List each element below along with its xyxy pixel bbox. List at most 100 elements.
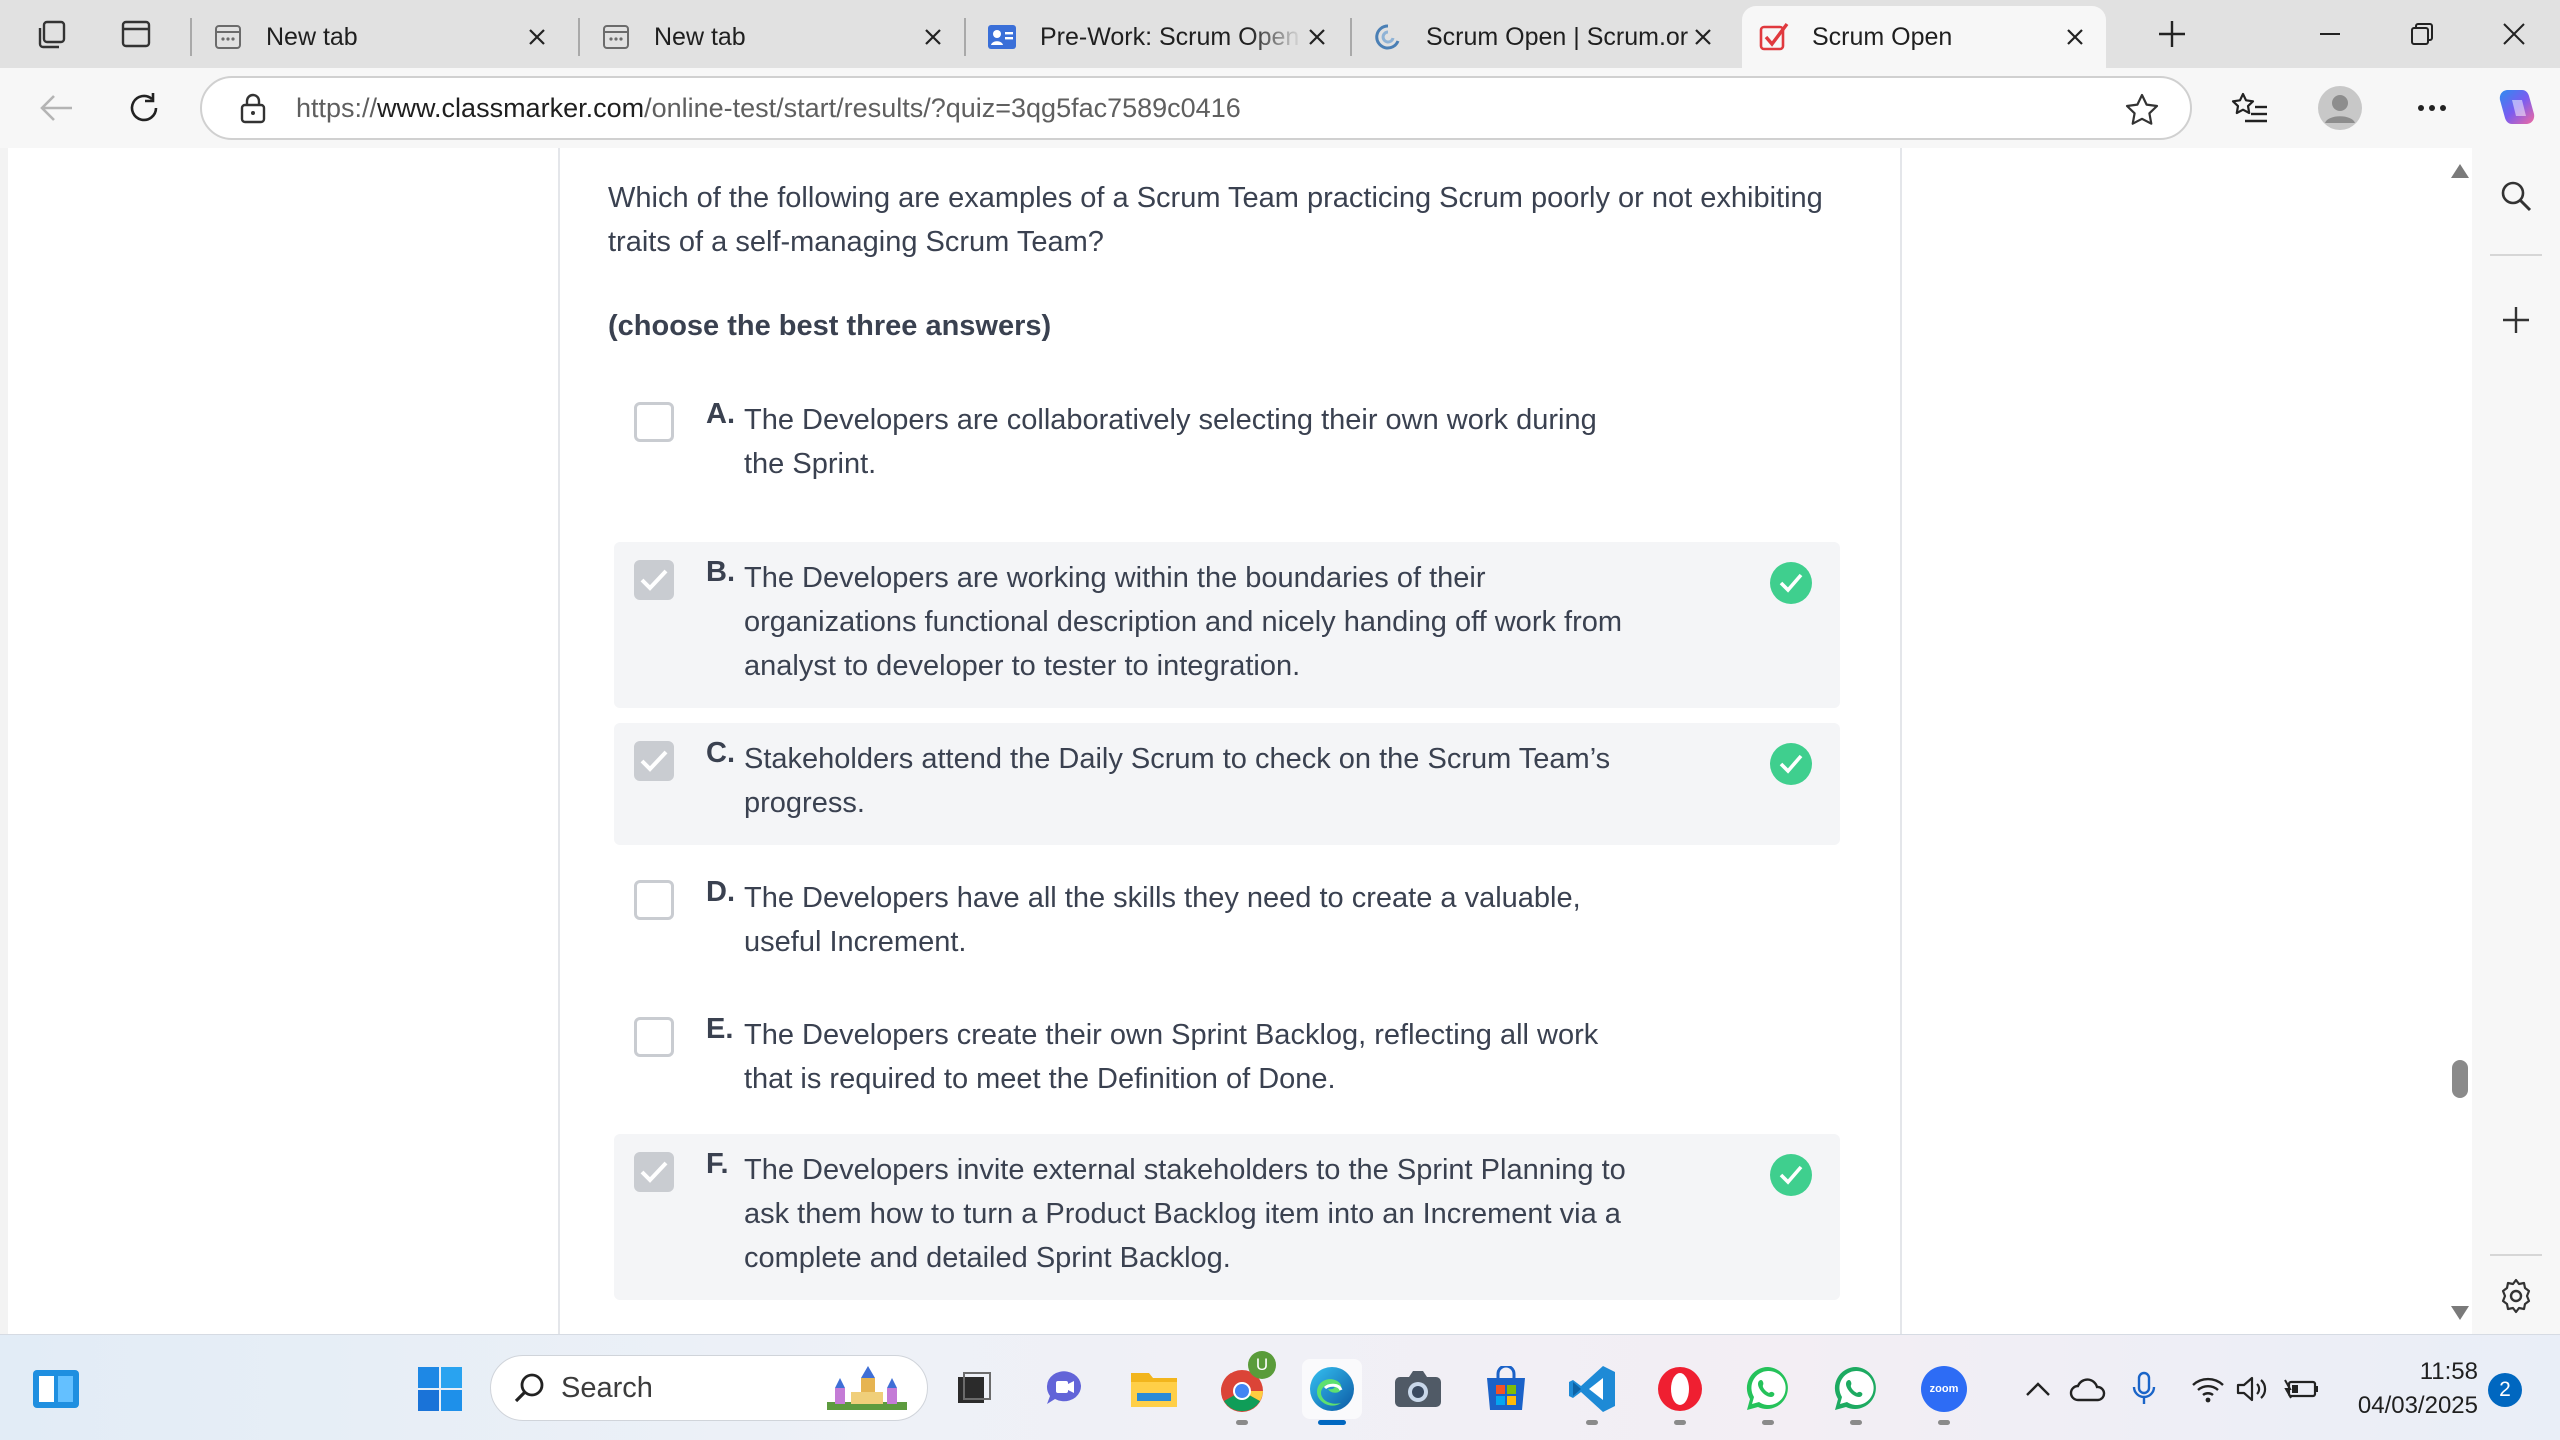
camera-icon[interactable] — [1388, 1359, 1448, 1419]
refresh-button[interactable] — [116, 82, 172, 134]
tab-pre-work[interactable]: Pre-Work: Scrum Open Assessment — [970, 6, 1348, 68]
new-tab-icon — [212, 21, 244, 53]
answer-letter: D. — [706, 876, 735, 908]
favorites-icon[interactable] — [2222, 82, 2278, 134]
whatsapp-business-icon[interactable] — [1826, 1359, 1886, 1425]
onedrive-cloud-icon[interactable] — [2068, 1369, 2108, 1409]
page-viewport: Which of the following are examples of a… — [8, 148, 2472, 1334]
search-highlight-castle-icon — [817, 1364, 917, 1414]
new-tab-button[interactable] — [2146, 10, 2198, 58]
battery-charging-icon[interactable] — [2282, 1369, 2322, 1409]
answer-checkbox-checked[interactable] — [634, 560, 674, 600]
new-tab-icon — [600, 21, 632, 53]
question-text: Which of the following are examples of a… — [608, 182, 1823, 258]
answer-checkbox[interactable] — [634, 880, 674, 920]
close-tab-icon[interactable] — [1302, 22, 1332, 52]
tab-title: Scrum Open | Scrum.org — [1426, 22, 1688, 51]
microphone-icon[interactable] — [2124, 1369, 2164, 1409]
answer-option-f[interactable]: F. The Developers invite external stakeh… — [614, 1134, 1840, 1300]
microsoft-store-icon[interactable] — [1476, 1359, 1536, 1419]
answer-option-c[interactable]: C. Stakeholders attend the Daily Scrum t… — [614, 723, 1840, 845]
address-bar[interactable]: https://www.classmarker.com/online-test/… — [200, 76, 2192, 140]
tab-title: Scrum Open — [1812, 22, 1953, 51]
quiz-results-card: Which of the following are examples of a… — [558, 148, 1902, 1334]
copilot-icon[interactable] — [2488, 82, 2544, 134]
favorite-star-icon[interactable] — [2124, 92, 2160, 128]
close-tab-icon[interactable] — [522, 22, 552, 52]
close-tab-icon[interactable] — [2060, 22, 2090, 52]
answer-option-b[interactable]: B. The Developers are working within the… — [614, 542, 1840, 708]
running-indicator — [1850, 1420, 1862, 1425]
windows-start-icon[interactable] — [410, 1359, 470, 1419]
taskbar-search[interactable]: Search — [490, 1355, 928, 1421]
clock-time: 11:58 — [2419, 1358, 2478, 1385]
answer-checkbox[interactable] — [634, 1017, 674, 1057]
add-sidebar-app-icon[interactable] — [2488, 292, 2544, 348]
tab-scrum-open[interactable]: Scrum Open — [1742, 6, 2106, 68]
profile-avatar[interactable] — [2312, 82, 2368, 134]
answer-option-e[interactable]: E. The Developers create their own Sprin… — [614, 999, 1840, 1095]
search-icon[interactable] — [2488, 168, 2544, 224]
lock-icon[interactable] — [238, 91, 268, 125]
correct-answer-icon — [1770, 1154, 1812, 1196]
close-tab-icon[interactable] — [918, 22, 948, 52]
running-indicator — [1674, 1420, 1686, 1425]
answer-checkbox-checked[interactable] — [634, 1152, 674, 1192]
correct-answer-icon — [1770, 743, 1812, 785]
answer-checkbox-checked[interactable] — [634, 741, 674, 781]
show-hidden-icons-chevron-icon[interactable] — [2018, 1369, 2058, 1409]
tab-new-tab-1[interactable]: New tab — [196, 6, 568, 68]
tab-new-tab-2[interactable]: New tab — [584, 6, 964, 68]
running-indicator — [1586, 1420, 1598, 1425]
checkmark-icon — [640, 1161, 668, 1183]
close-tab-icon[interactable] — [1688, 22, 1718, 52]
tab-scrum-org[interactable]: Scrum Open | Scrum.org — [1356, 6, 1734, 68]
scroll-up-arrow-icon[interactable] — [2451, 164, 2469, 178]
running-indicator — [1762, 1420, 1774, 1425]
answer-option-a[interactable]: A. The Developers are collaboratively se… — [614, 384, 1840, 480]
volume-icon[interactable] — [2232, 1369, 2272, 1409]
scroll-down-arrow-icon[interactable] — [2451, 1306, 2469, 1320]
file-explorer-icon[interactable] — [1124, 1359, 1184, 1419]
answer-letter: F. — [706, 1148, 729, 1180]
windows-taskbar: Search U zoom 11:58 04/03/2025 2 — [0, 1334, 2560, 1440]
chrome-profile-badge: U — [1248, 1351, 1276, 1379]
tab-title: New tab — [266, 22, 358, 51]
answer-letter: C. — [706, 737, 735, 769]
zoom-icon[interactable]: zoom — [1914, 1359, 1974, 1425]
task-view-icon[interactable] — [944, 1359, 1004, 1419]
clock-date: 04/03/2025 — [2357, 1392, 2478, 1419]
running-indicator — [1938, 1420, 1950, 1425]
restore-button[interactable] — [2376, 0, 2468, 68]
answer-checkbox[interactable] — [634, 402, 674, 442]
wifi-icon[interactable] — [2188, 1369, 2228, 1409]
zoom-logo-text: zoom — [1929, 1383, 1959, 1395]
edge-sidebar — [2472, 148, 2560, 1334]
more-menu-icon[interactable] — [2404, 82, 2460, 134]
answer-text: The Developers are working within the bo… — [744, 562, 1623, 682]
close-window-button[interactable] — [2468, 0, 2560, 68]
opera-icon[interactable] — [1650, 1359, 1710, 1425]
sidebar-settings-gear-icon[interactable] — [2488, 1268, 2544, 1324]
chrome-icon[interactable]: U — [1212, 1351, 1276, 1425]
workspaces-icon[interactable] — [26, 10, 78, 58]
browser-toolbar: https://www.classmarker.com/online-test/… — [0, 68, 2560, 148]
tab-actions-icon[interactable] — [110, 10, 162, 58]
edge-browser-icon[interactable] — [1302, 1359, 1362, 1425]
page-scrollbar[interactable] — [2448, 148, 2472, 1334]
answer-option-d[interactable]: D. The Developers have all the skills th… — [614, 862, 1840, 958]
back-button[interactable] — [28, 82, 84, 134]
whatsapp-icon[interactable] — [1738, 1359, 1798, 1425]
notification-count-badge[interactable]: 2 — [2488, 1373, 2522, 1407]
system-clock[interactable]: 11:58 04/03/2025 — [2330, 1355, 2478, 1423]
scrollbar-thumb[interactable] — [2452, 1060, 2468, 1098]
tab-title: Pre-Work: Scrum Open Assessment — [1040, 22, 1302, 51]
answer-text: The Developers have all the skills they … — [744, 882, 1581, 958]
correct-answer-icon — [1770, 562, 1812, 604]
minimize-button[interactable] — [2284, 0, 2376, 68]
teams-chat-icon[interactable] — [1034, 1359, 1094, 1419]
active-window-indicator — [1318, 1420, 1346, 1425]
widgets-icon[interactable] — [26, 1359, 86, 1419]
vscode-icon[interactable] — [1562, 1359, 1622, 1425]
scrum-org-icon — [1372, 21, 1404, 53]
